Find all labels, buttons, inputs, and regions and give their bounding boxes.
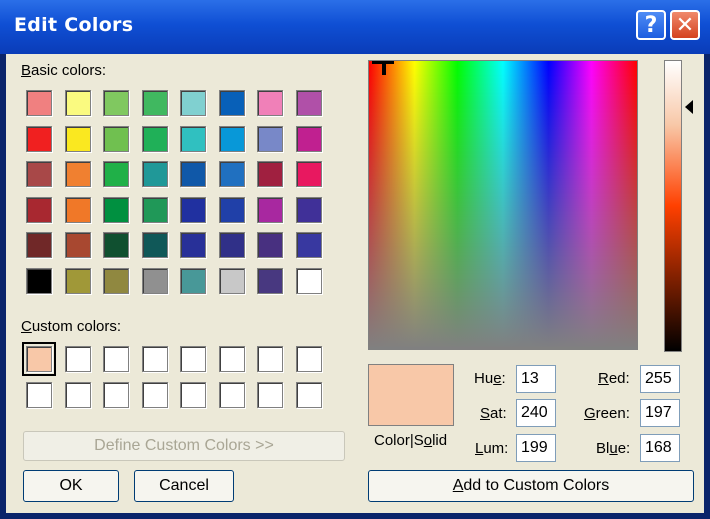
custom-colors-label: Custom colors: bbox=[21, 318, 122, 335]
basic-colors-label: Basic colors: bbox=[21, 62, 107, 79]
edit-colors-dialog: Edit Colors ? ✕ Basic colors: Custom col… bbox=[0, 0, 710, 519]
basic-color-swatch[interactable] bbox=[64, 196, 91, 223]
basic-color-swatch[interactable] bbox=[141, 161, 168, 187]
custom-color-swatch[interactable] bbox=[26, 381, 52, 408]
green-label: Green: bbox=[584, 405, 630, 422]
basic-color-swatch[interactable] bbox=[26, 161, 52, 187]
basic-color-swatch[interactable] bbox=[257, 196, 283, 223]
basic-color-swatch[interactable] bbox=[218, 196, 245, 223]
blue-input[interactable]: 168 bbox=[640, 434, 680, 462]
basic-color-swatch[interactable] bbox=[64, 125, 91, 152]
window-title: Edit Colors bbox=[14, 14, 134, 36]
basic-color-swatch[interactable] bbox=[218, 232, 245, 258]
basic-color-swatch[interactable] bbox=[218, 161, 245, 187]
basic-color-swatch[interactable] bbox=[26, 90, 52, 116]
basic-color-swatch[interactable] bbox=[103, 90, 129, 116]
basic-color-swatch[interactable] bbox=[141, 196, 168, 223]
ok-label: OK bbox=[59, 477, 83, 494]
basic-color-swatch[interactable] bbox=[180, 161, 206, 187]
add-to-custom-colors-button[interactable]: Add to Custom Colors bbox=[368, 470, 694, 502]
spectrum-crosshair[interactable] bbox=[372, 61, 394, 75]
basic-color-swatch[interactable] bbox=[141, 90, 168, 116]
basic-color-swatch[interactable] bbox=[26, 196, 52, 223]
custom-color-swatch[interactable] bbox=[64, 381, 91, 408]
basic-color-swatch[interactable] bbox=[257, 90, 283, 116]
basic-color-swatch[interactable] bbox=[64, 232, 91, 258]
basic-color-swatch[interactable] bbox=[295, 196, 322, 223]
lum-input[interactable]: 199 bbox=[516, 434, 556, 462]
luminance-arrow-icon[interactable] bbox=[685, 100, 693, 114]
custom-color-swatch[interactable] bbox=[295, 346, 322, 372]
custom-color-swatch[interactable] bbox=[22, 342, 56, 376]
green-input[interactable]: 197 bbox=[640, 399, 680, 427]
basic-color-swatch[interactable] bbox=[64, 267, 91, 294]
close-button[interactable]: ✕ bbox=[670, 10, 700, 40]
custom-color-swatch[interactable] bbox=[180, 346, 206, 372]
basic-color-swatch[interactable] bbox=[257, 161, 283, 187]
basic-color-swatch[interactable] bbox=[180, 196, 206, 223]
basic-color-swatch[interactable] bbox=[64, 161, 91, 187]
basic-color-swatch[interactable] bbox=[257, 125, 283, 152]
sat-input[interactable]: 240 bbox=[516, 399, 556, 427]
basic-color-swatch[interactable] bbox=[103, 125, 129, 152]
custom-color-swatch[interactable] bbox=[218, 381, 245, 408]
basic-color-swatch[interactable] bbox=[26, 232, 52, 258]
define-custom-colors-button[interactable]: Define Custom Colors >> bbox=[23, 431, 345, 461]
basic-color-swatch[interactable] bbox=[257, 232, 283, 258]
basic-color-swatch[interactable] bbox=[26, 125, 52, 152]
basic-color-swatch[interactable] bbox=[295, 90, 322, 116]
basic-color-swatch[interactable] bbox=[103, 196, 129, 223]
color-preview bbox=[368, 364, 454, 426]
basic-color-swatch[interactable] bbox=[180, 125, 206, 152]
cancel-button[interactable]: Cancel bbox=[134, 470, 234, 502]
basic-color-swatch[interactable] bbox=[295, 267, 322, 294]
basic-color-swatch[interactable] bbox=[141, 267, 168, 294]
title-bar[interactable]: Edit Colors ? ✕ bbox=[0, 0, 710, 54]
custom-color-swatch[interactable] bbox=[295, 381, 322, 408]
basic-color-swatch[interactable] bbox=[218, 90, 245, 116]
basic-color-swatch[interactable] bbox=[64, 90, 91, 116]
custom-color-swatch[interactable] bbox=[180, 381, 206, 408]
question-icon: ? bbox=[644, 13, 658, 38]
custom-color-swatch[interactable] bbox=[103, 381, 129, 408]
basic-color-swatch[interactable] bbox=[141, 232, 168, 258]
blue-label: Blue: bbox=[596, 440, 631, 457]
custom-color-swatch[interactable] bbox=[257, 381, 283, 408]
basic-color-swatch[interactable] bbox=[180, 232, 206, 258]
color-spectrum[interactable] bbox=[368, 60, 638, 350]
cancel-label: Cancel bbox=[159, 477, 209, 494]
custom-color-swatch[interactable] bbox=[141, 346, 168, 372]
custom-color-swatch[interactable] bbox=[64, 346, 91, 372]
sat-label: Sat: bbox=[480, 405, 507, 422]
hue-label: Hue: bbox=[474, 370, 506, 387]
basic-color-swatch[interactable] bbox=[103, 232, 129, 258]
help-button[interactable]: ? bbox=[636, 10, 666, 40]
basic-color-swatch[interactable] bbox=[180, 267, 206, 294]
lum-label: Lum: bbox=[475, 440, 509, 457]
define-custom-colors-label: Define Custom Colors >> bbox=[94, 437, 274, 454]
basic-color-swatch[interactable] bbox=[257, 267, 283, 294]
custom-color-swatch[interactable] bbox=[218, 346, 245, 372]
red-input[interactable]: 255 bbox=[640, 365, 680, 393]
red-label: Red: bbox=[598, 370, 630, 387]
close-icon: ✕ bbox=[675, 13, 695, 38]
basic-color-swatch[interactable] bbox=[26, 267, 52, 294]
custom-color-swatch[interactable] bbox=[103, 346, 129, 372]
basic-color-swatch[interactable] bbox=[295, 161, 322, 187]
color-solid-label: Color|Solid bbox=[374, 432, 448, 449]
basic-color-swatch[interactable] bbox=[180, 90, 206, 116]
custom-color-swatch[interactable] bbox=[141, 381, 168, 408]
dialog-body: Basic colors: Custom colors: Define Cust… bbox=[6, 54, 704, 513]
hue-input[interactable]: 13 bbox=[516, 365, 556, 393]
basic-color-swatch[interactable] bbox=[295, 232, 322, 258]
custom-color-swatch[interactable] bbox=[257, 346, 283, 372]
basic-color-swatch[interactable] bbox=[218, 267, 245, 294]
basic-color-swatch[interactable] bbox=[141, 125, 168, 152]
basic-color-swatch[interactable] bbox=[295, 125, 322, 152]
basic-color-swatch[interactable] bbox=[103, 161, 129, 187]
basic-color-swatch[interactable] bbox=[218, 125, 245, 152]
ok-button[interactable]: OK bbox=[23, 470, 119, 502]
luminance-bar[interactable] bbox=[664, 60, 682, 352]
basic-color-swatch[interactable] bbox=[103, 267, 129, 294]
